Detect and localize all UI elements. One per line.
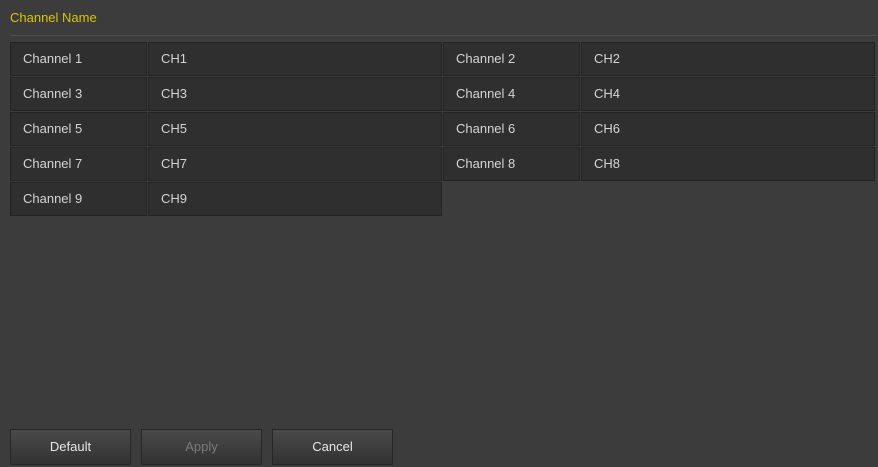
- channel-4-pair: Channel 4 CH4: [443, 77, 876, 111]
- apply-button[interactable]: Apply: [141, 429, 262, 465]
- channel-name-grid: Channel 1 CH1 Channel 2 CH2 Channel 3 CH…: [10, 42, 876, 217]
- channel-1-name-input[interactable]: CH1: [148, 42, 442, 76]
- channel-row: Channel 9 CH9: [10, 182, 876, 216]
- channel-8-pair: Channel 8 CH8: [443, 147, 876, 181]
- channel-7-name-input[interactable]: CH7: [148, 147, 442, 181]
- channel-row: Channel 7 CH7 Channel 8 CH8: [10, 147, 876, 181]
- channel-4-label: Channel 4: [443, 77, 580, 111]
- channel-5-pair: Channel 5 CH5: [10, 112, 443, 146]
- channel-6-label: Channel 6: [443, 112, 580, 146]
- channel-3-pair: Channel 3 CH3: [10, 77, 443, 111]
- channel-5-label: Channel 5: [10, 112, 147, 146]
- channel-3-label: Channel 3: [10, 77, 147, 111]
- action-buttons: Default Apply Cancel: [10, 429, 403, 465]
- channel-9-pair: Channel 9 CH9: [10, 182, 443, 216]
- channel-6-pair: Channel 6 CH6: [443, 112, 876, 146]
- cancel-button[interactable]: Cancel: [272, 429, 393, 465]
- channel-9-name-input[interactable]: CH9: [148, 182, 442, 216]
- channel-row: Channel 3 CH3 Channel 4 CH4: [10, 77, 876, 111]
- channel-2-pair: Channel 2 CH2: [443, 42, 876, 76]
- channel-1-label: Channel 1: [10, 42, 147, 76]
- channel-7-label: Channel 7: [10, 147, 147, 181]
- channel-8-label: Channel 8: [443, 147, 580, 181]
- channel-4-name-input[interactable]: CH4: [581, 77, 875, 111]
- channel-6-name-input[interactable]: CH6: [581, 112, 875, 146]
- channel-9-label: Channel 9: [10, 182, 147, 216]
- default-button[interactable]: Default: [10, 429, 131, 465]
- channel-1-pair: Channel 1 CH1: [10, 42, 443, 76]
- channel-row: Channel 1 CH1 Channel 2 CH2: [10, 42, 876, 76]
- channel-7-pair: Channel 7 CH7: [10, 147, 443, 181]
- channel-row: Channel 5 CH5 Channel 6 CH6: [10, 112, 876, 146]
- page-title: Channel Name: [10, 10, 97, 25]
- channel-3-name-input[interactable]: CH3: [148, 77, 442, 111]
- channel-5-name-input[interactable]: CH5: [148, 112, 442, 146]
- channel-8-name-input[interactable]: CH8: [581, 147, 875, 181]
- channel-2-name-input[interactable]: CH2: [581, 42, 875, 76]
- title-divider: [10, 35, 876, 36]
- channel-2-label: Channel 2: [443, 42, 580, 76]
